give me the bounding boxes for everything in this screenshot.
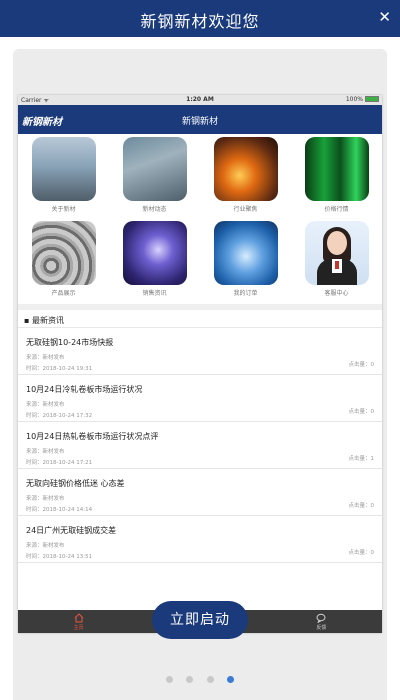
news-source: 来源：新材发布 bbox=[26, 449, 65, 455]
header-bar: 新钢新材欢迎您 ✕ bbox=[0, 0, 400, 37]
grid-item-prices[interactable]: 价格行情 bbox=[291, 137, 382, 217]
grid-item-label: 销售资讯 bbox=[142, 289, 167, 297]
tab-home[interactable]: 主页 bbox=[18, 610, 139, 633]
fire-image bbox=[213, 137, 278, 201]
page-indicator bbox=[0, 668, 400, 687]
world-image bbox=[213, 220, 278, 285]
page-dot[interactable] bbox=[206, 676, 214, 683]
grid-item-industry[interactable]: 行业聚焦 bbox=[200, 137, 291, 217]
app-nav-title: 新钢新材 bbox=[181, 117, 218, 127]
news-time: 时间：2018-10-24 19:31 bbox=[26, 366, 93, 372]
news-clicks: 点击量：0 bbox=[348, 503, 375, 509]
feature-grid: 关于新材 新材动态 行业聚焦 价格行情 产品展示 销售资讯 我的订单 客服中心 bbox=[18, 134, 382, 304]
news-title: 无取向硅钢价格低迷 心态差 bbox=[26, 479, 125, 488]
news-time: 时间：2018-10-24 14:14 bbox=[26, 507, 93, 513]
news-clicks: 点击量：0 bbox=[348, 409, 375, 415]
news-time: 时间：2018-10-24 17:32 bbox=[26, 413, 93, 419]
app-preview-screenshot: Carrier ᯤ 1:20 AM 100% 新钢新材 新钢新材 关于新材 新材… bbox=[18, 95, 382, 633]
grid-item-label: 我的订单 bbox=[233, 289, 258, 297]
grid-item-orders[interactable]: 我的订单 bbox=[200, 220, 291, 301]
battery-indicator: 100% bbox=[346, 96, 379, 103]
news-clicks: 点击量：0 bbox=[348, 550, 375, 556]
news-list-item[interactable]: 10月24日热轧卷板市场运行状况点评 来源：新材发布 时间：2018-10-24… bbox=[18, 422, 382, 469]
news-list-item[interactable]: 无取硅钢10-24市场快报 来源：新材发布 时间：2018-10-24 19:3… bbox=[18, 328, 382, 375]
grid-item-label: 产品展示 bbox=[51, 289, 76, 297]
service-woman-image bbox=[304, 220, 369, 285]
status-bar: Carrier ᯤ 1:20 AM 100% bbox=[18, 95, 382, 105]
chat-icon bbox=[316, 613, 326, 623]
news-list-item[interactable]: 无取向硅钢价格低迷 心态差 来源：新材发布 时间：2018-10-24 14:1… bbox=[18, 469, 382, 516]
grid-item-label: 价格行情 bbox=[324, 206, 349, 213]
news-bullet-icon: ▪ bbox=[24, 316, 30, 325]
battery-icon bbox=[365, 96, 379, 102]
news-title: 10月24日冷轧卷板市场运行状况 bbox=[26, 385, 143, 394]
grid-item-news[interactable]: 新材动态 bbox=[109, 137, 200, 217]
page-title: 新钢新材欢迎您 bbox=[140, 12, 260, 31]
factory-image bbox=[31, 137, 96, 201]
steel-plant-image bbox=[122, 137, 187, 201]
news-list-item[interactable]: 24日广州无取硅钢成交差 来源：新材发布 时间：2018-10-24 13:51… bbox=[18, 516, 382, 563]
news-clicks: 点击量：1 bbox=[348, 456, 375, 462]
tab-label: 反馈 bbox=[316, 625, 327, 631]
grid-item-label: 客服中心 bbox=[324, 289, 349, 297]
news-clicks: 点击量：0 bbox=[348, 362, 375, 368]
pipes-image bbox=[31, 220, 96, 285]
news-title: 24日广州无取硅钢成交差 bbox=[26, 526, 117, 535]
news-list-item[interactable]: 10月24日冷轧卷板市场运行状况 来源：新材发布 时间：2018-10-24 1… bbox=[18, 375, 382, 422]
app-nav-bar: 新钢新材 新钢新材 bbox=[18, 105, 382, 134]
grid-item-service[interactable]: 客服中心 bbox=[291, 220, 382, 301]
news-source: 来源：新材发布 bbox=[26, 402, 65, 408]
news-section-heading: ▪ 最新资讯 bbox=[18, 310, 382, 328]
status-time: 1:20 AM bbox=[186, 96, 214, 103]
grid-item-about[interactable]: 关于新材 bbox=[18, 137, 109, 217]
news-source: 来源：新材发布 bbox=[26, 496, 65, 502]
grid-item-products[interactable]: 产品展示 bbox=[18, 220, 109, 301]
news-source: 来源：新材发布 bbox=[26, 355, 65, 361]
page-dot-active[interactable] bbox=[226, 676, 234, 683]
globe-image bbox=[122, 220, 187, 285]
news-source: 来源：新材发布 bbox=[26, 543, 65, 549]
tab-feedback[interactable]: 反馈 bbox=[261, 610, 382, 633]
grid-item-label: 关于新材 bbox=[51, 206, 76, 213]
news-time: 时间：2018-10-24 13:51 bbox=[26, 554, 93, 560]
tab-label: 主页 bbox=[73, 625, 84, 631]
grid-item-label: 行业聚焦 bbox=[233, 206, 258, 213]
page-dot[interactable] bbox=[166, 676, 174, 683]
home-icon bbox=[74, 613, 84, 623]
matrix-image bbox=[304, 137, 369, 201]
start-button[interactable]: 立即启动 bbox=[152, 601, 248, 639]
news-time: 时间：2018-10-24 17:21 bbox=[26, 460, 93, 466]
grid-item-sales[interactable]: 销售资讯 bbox=[109, 220, 200, 301]
news-title: 10月24日热轧卷板市场运行状况点评 bbox=[26, 432, 159, 441]
close-icon[interactable]: ✕ bbox=[378, 8, 391, 26]
grid-item-label: 新材动态 bbox=[142, 206, 167, 213]
page-dot[interactable] bbox=[186, 676, 194, 683]
news-title: 无取硅钢10-24市场快报 bbox=[26, 338, 114, 347]
